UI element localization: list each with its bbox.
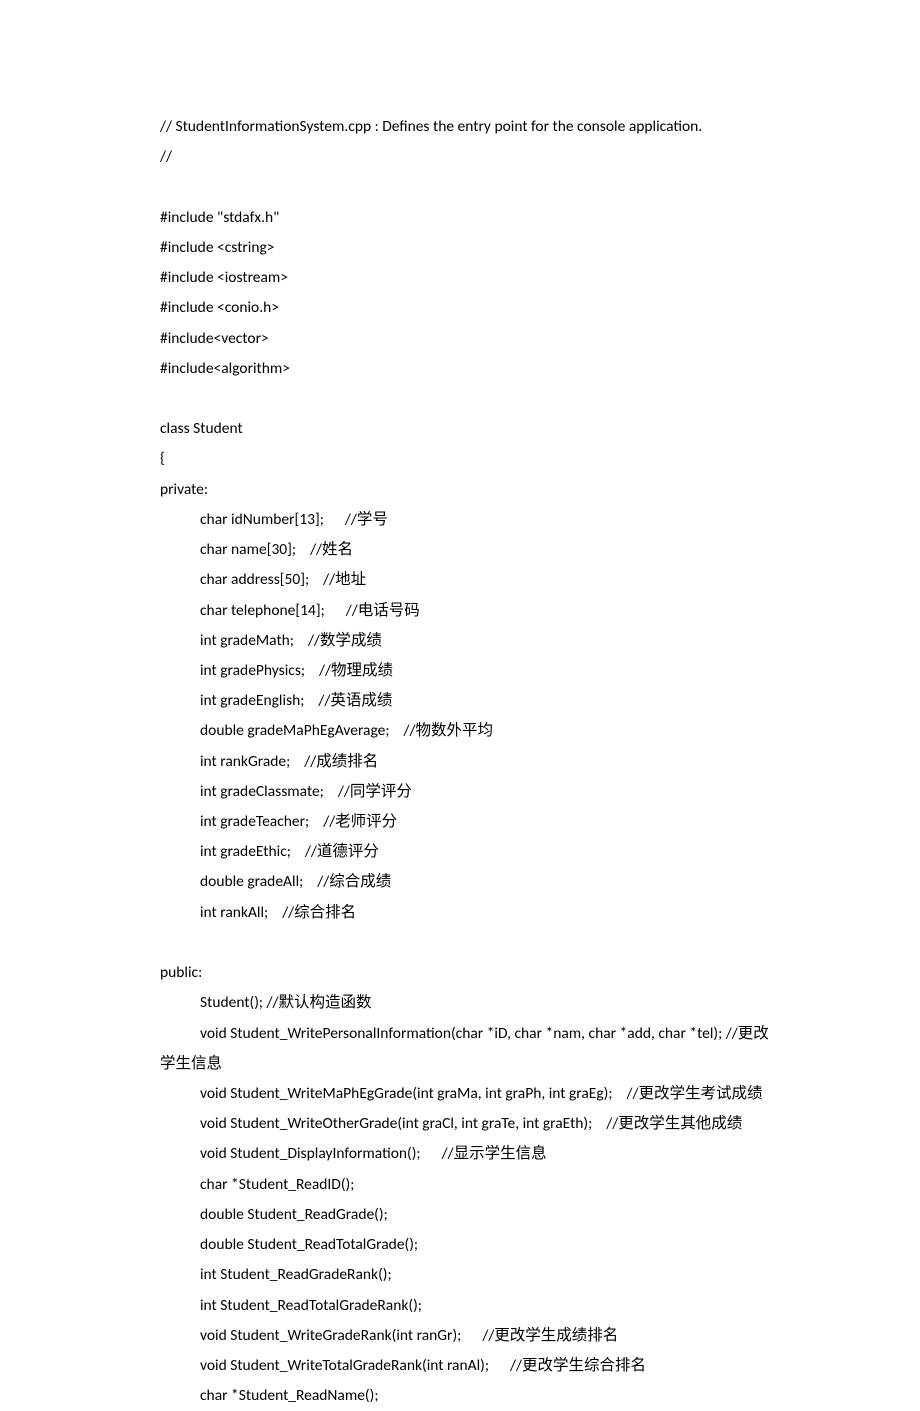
blank-line: [160, 928, 792, 958]
blank-line: [160, 172, 792, 202]
code-line: char address[50]; //地址: [160, 565, 792, 595]
code-line: #include <conio.h>: [160, 293, 792, 323]
blank-line: [160, 384, 792, 414]
code-line: double gradeAll; //综合成绩: [160, 867, 792, 897]
code-line: #include<algorithm>: [160, 354, 792, 384]
code-line: int Student_ReadGradeRank();: [160, 1260, 792, 1290]
code-line: char idNumber[13]; //学号: [160, 505, 792, 535]
code-line: char name[30]; //姓名: [160, 535, 792, 565]
code-line: char telephone[14]; //电话号码: [160, 596, 792, 626]
code-line: void Student_WriteMaPhEgGrade(int graMa,…: [160, 1079, 792, 1109]
code-line: int rankGrade; //成绩排名: [160, 747, 792, 777]
code-line: #include<vector>: [160, 324, 792, 354]
code-line: char *Student_ReadName();: [160, 1381, 792, 1411]
code-line: {: [160, 444, 792, 474]
code-line: double Student_ReadTotalGrade();: [160, 1230, 792, 1260]
code-line: void Student_DisplayInformation(); //显示学…: [160, 1139, 792, 1169]
code-line: void Student_WriteTotalGradeRank(int ran…: [160, 1351, 792, 1381]
code-line: // StudentInformationSystem.cpp : Define…: [160, 112, 792, 142]
code-line: int gradeClassmate; //同学评分: [160, 777, 792, 807]
code-line: int gradeMath; //数学成绩: [160, 626, 792, 656]
code-line: //: [160, 142, 792, 172]
code-line: #include "stdafx.h": [160, 203, 792, 233]
code-line: char *Student_ReadID();: [160, 1170, 792, 1200]
code-line: #include <iostream>: [160, 263, 792, 293]
code-line: int Student_ReadTotalGradeRank();: [160, 1291, 792, 1321]
code-line: 学生信息: [160, 1049, 792, 1079]
code-line: void Student_WriteGradeRank(int ranGr); …: [160, 1321, 792, 1351]
code-line: class Student: [160, 414, 792, 444]
code-line: double Student_ReadGrade();: [160, 1200, 792, 1230]
code-line: int rankAll; //综合排名: [160, 898, 792, 928]
code-line: public:: [160, 958, 792, 988]
code-line: Student(); //默认构造函数: [160, 988, 792, 1018]
code-line: int gradeEthic; //道德评分: [160, 837, 792, 867]
code-line: private:: [160, 475, 792, 505]
code-line: double gradeMaPhEgAverage; //物数外平均: [160, 716, 792, 746]
code-line: #include <cstring>: [160, 233, 792, 263]
document-page: // StudentInformationSystem.cpp : Define…: [0, 0, 920, 1411]
code-line: int gradeEnglish; //英语成绩: [160, 686, 792, 716]
code-line: void Student_WritePersonalInformation(ch…: [160, 1019, 792, 1049]
code-line: int gradePhysics; //物理成绩: [160, 656, 792, 686]
code-line: int gradeTeacher; //老师评分: [160, 807, 792, 837]
code-line: void Student_WriteOtherGrade(int graCl, …: [160, 1109, 792, 1139]
